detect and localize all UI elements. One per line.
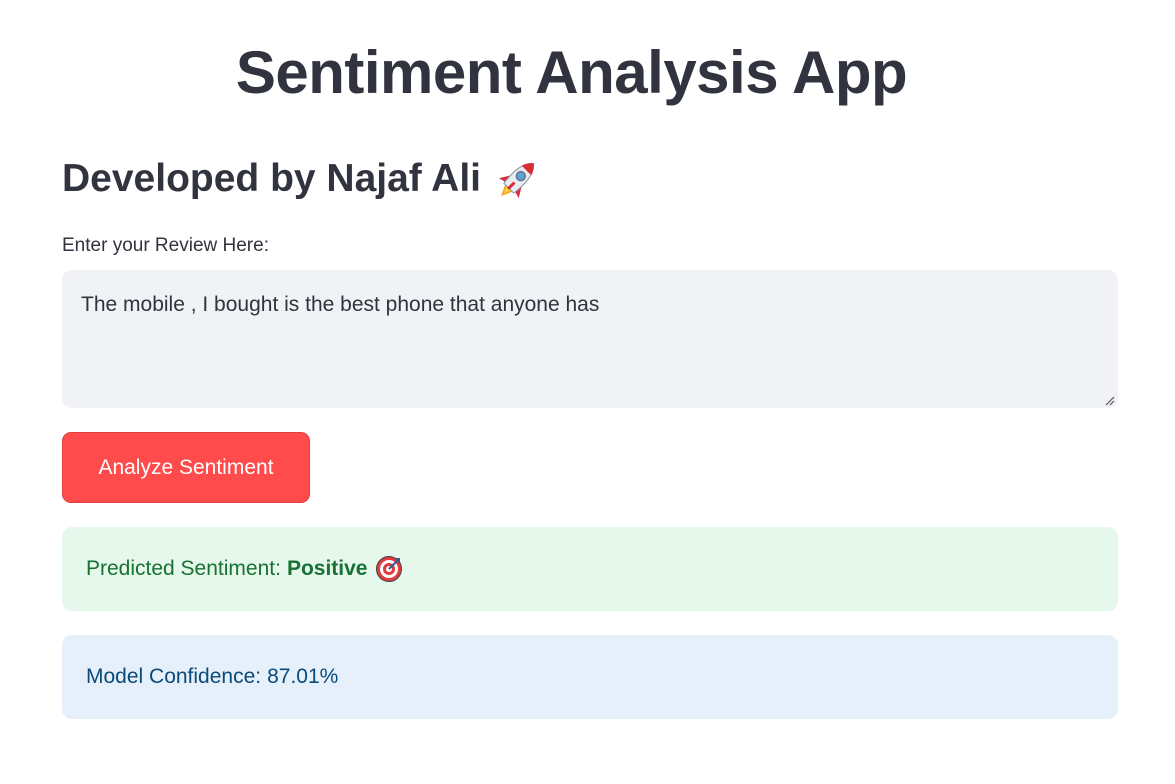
confidence-label: Model Confidence: <box>86 665 262 688</box>
confidence-value: 87.01% <box>267 665 339 688</box>
confidence-alert: Model Confidence: 87.01% <box>62 635 1118 719</box>
resize-handle-icon[interactable] <box>1103 393 1115 406</box>
prediction-alert: Predicted Sentiment: Positive <box>62 527 1118 611</box>
prediction-label: Predicted Sentiment: <box>86 557 281 580</box>
target-icon <box>375 555 403 583</box>
page-title: Sentiment Analysis App <box>235 39 908 106</box>
review-textarea[interactable] <box>62 270 1118 408</box>
prediction-value: Positive <box>286 557 368 580</box>
analyze-sentiment-button[interactable]: Analyze Sentiment <box>62 432 310 503</box>
app-page: Sentiment Analysis App Developed by Naja… <box>0 0 1175 784</box>
review-textarea-container <box>62 270 1118 408</box>
review-input-label: Enter your Review Here: <box>62 235 269 256</box>
subtitle-text: Developed by Najaf Ali <box>62 157 482 200</box>
page-subtitle: Developed by Najaf Ali <box>62 150 543 208</box>
rocket-icon <box>493 154 543 204</box>
